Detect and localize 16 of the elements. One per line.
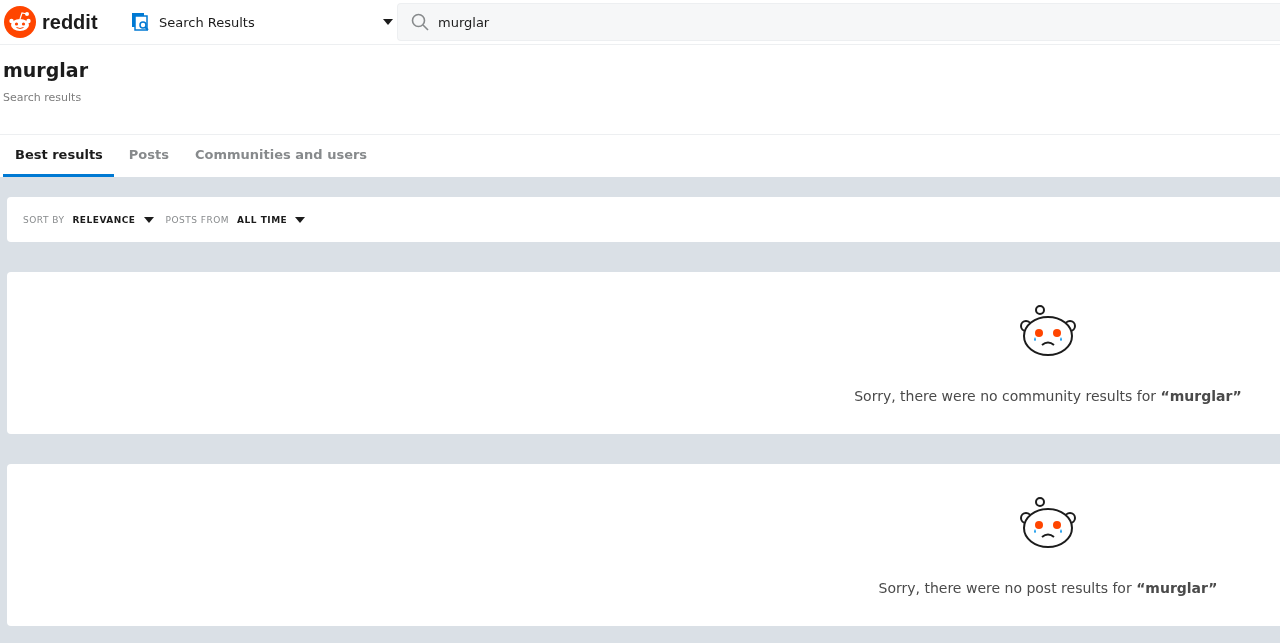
logo-icon[interactable] bbox=[4, 6, 36, 38]
caret-icon bbox=[143, 216, 154, 223]
filter-dropdown[interactable]: SORT BY RELEVANCE bbox=[23, 214, 154, 225]
search-results-icon bbox=[131, 12, 151, 32]
page-subtitle: Search results bbox=[3, 91, 83, 104]
sad-mascot-icon bbox=[1018, 496, 1078, 550]
no-results-message: Sorry, there were no post results for “murglar” bbox=[878, 580, 1218, 596]
tab[interactable]: Best results bbox=[3, 135, 114, 177]
no-results-message: Sorry, there were no community results for “murglar” bbox=[854, 388, 1242, 404]
caret-icon bbox=[295, 216, 306, 223]
filter-dropdown[interactable]: POSTS FROM ALL TIME bbox=[165, 214, 306, 225]
caret-icon bbox=[383, 19, 393, 25]
logo-text[interactable]: reddit bbox=[42, 10, 98, 34]
sad-mascot-icon bbox=[1018, 304, 1078, 358]
page-title: murglar bbox=[3, 59, 89, 81]
search-field[interactable]: murglar bbox=[397, 3, 1280, 41]
